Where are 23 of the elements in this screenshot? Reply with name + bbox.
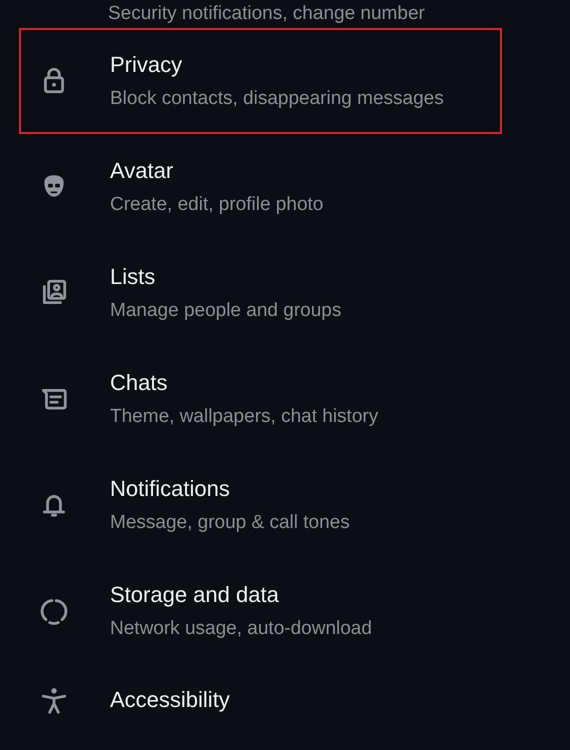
setting-title: Notifications bbox=[110, 475, 231, 503]
setting-description: Block contacts, disappearing messages bbox=[110, 87, 444, 111]
setting-description: Manage people and groups bbox=[110, 299, 342, 323]
settings-item[interactable]: Accessibility bbox=[19, 664, 502, 750]
settings-item[interactable]: Chats Theme, wallpapers, chat history bbox=[19, 346, 502, 452]
accessibility-icon bbox=[39, 686, 69, 716]
settings-item[interactable]: Lists Manage people and groups bbox=[19, 240, 502, 346]
setting-title: Chats bbox=[110, 369, 168, 397]
setting-description: Message, group & call tones bbox=[110, 511, 350, 535]
settings-item[interactable]: Avatar Create, edit, profile photo bbox=[19, 134, 502, 240]
setting-description: Security notifications, change number bbox=[108, 2, 426, 26]
setting-description: Create, edit, profile photo bbox=[110, 193, 324, 217]
setting-title: Privacy bbox=[110, 51, 184, 79]
circle-segments-icon bbox=[39, 596, 69, 626]
settings-item[interactable]: Privacy Block contacts, disappearing messages bbox=[19, 28, 502, 134]
setting-title: Accessibility bbox=[110, 686, 230, 714]
setting-title: Storage and data bbox=[110, 581, 280, 609]
settings-item[interactable]: Storage and data Network usage, auto-download bbox=[19, 558, 502, 664]
setting-title: Lists bbox=[110, 263, 156, 291]
setting-title: Avatar bbox=[110, 157, 174, 185]
setting-description: Theme, wallpapers, chat history bbox=[110, 405, 378, 429]
settings-item[interactable]: Notifications Message, group & call tones bbox=[19, 452, 502, 558]
setting-description: Network usage, auto-download bbox=[110, 617, 372, 641]
